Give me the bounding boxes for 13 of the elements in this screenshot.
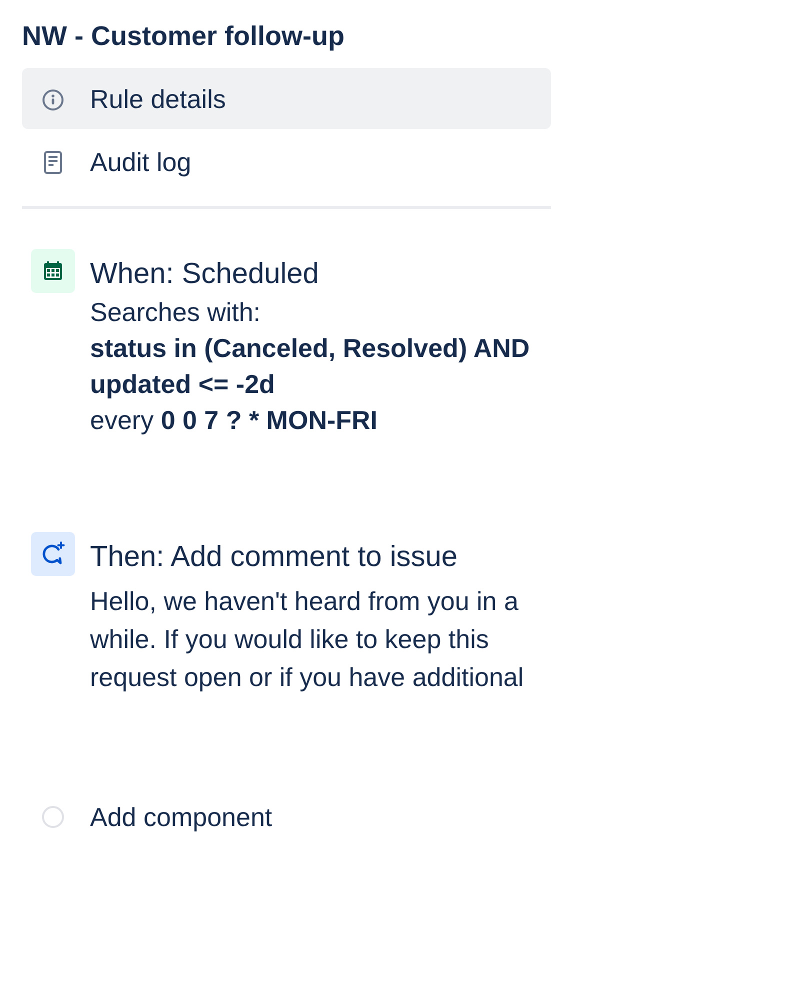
add-component-button[interactable]: Add component (22, 799, 272, 835)
nav-item[interactable]: Rule details (22, 68, 551, 129)
component-heading: When: Scheduled (90, 257, 320, 292)
component-text: Searches with: (90, 296, 262, 329)
component-text: every 0 0 7 ? * MON-FRI (90, 404, 379, 437)
info-icon (42, 88, 64, 110)
component-text: Hello, we haven't heard from you in a while. If you would like to keep this request open or if you have additional (90, 585, 525, 694)
page-title: NW - Customer follow-up (22, 20, 346, 53)
component-heading: Then: Add comment to issue (90, 540, 459, 575)
calendar-icon (31, 249, 75, 293)
document-icon (44, 151, 62, 174)
circle-icon (42, 806, 64, 828)
comment-plus-icon (31, 532, 75, 576)
